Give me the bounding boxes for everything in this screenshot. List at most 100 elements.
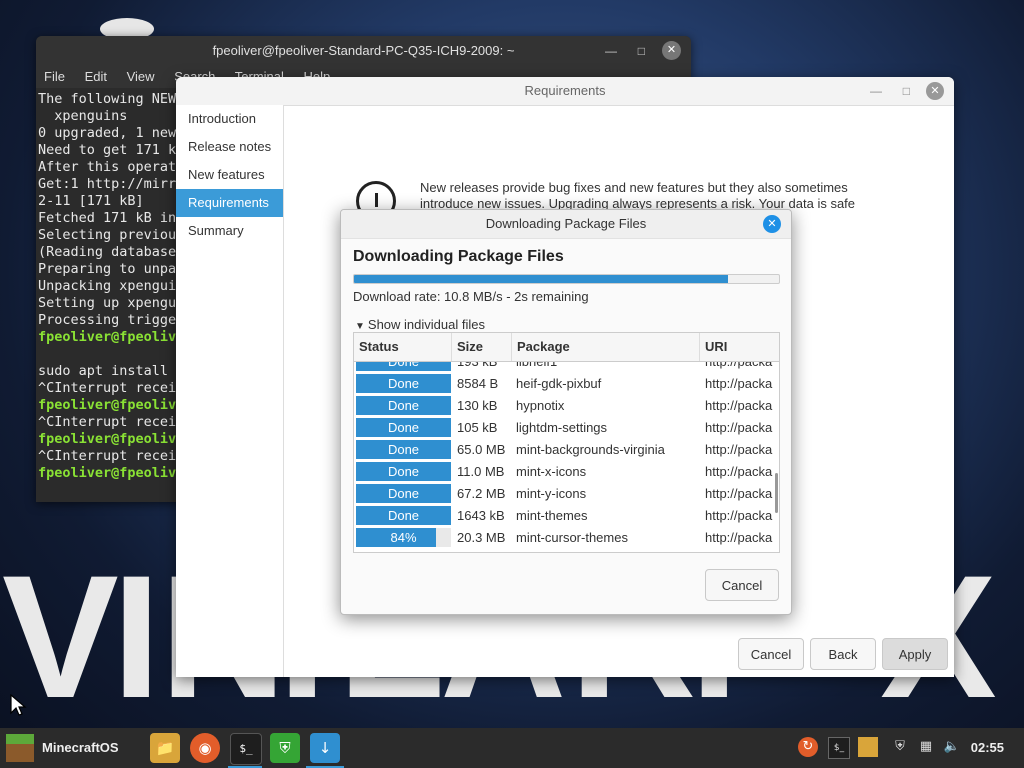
close-icon[interactable]: ✕ <box>763 215 781 233</box>
status-text: Done <box>387 464 420 479</box>
package-cell: mint-themes <box>516 508 588 523</box>
table-row[interactable]: Done 105 kB lightdm-settings http://packa <box>354 417 779 439</box>
status-progress: Done <box>356 462 451 481</box>
maximize-icon[interactable]: □ <box>638 36 645 66</box>
table-header: Status Size Package URI <box>354 333 779 362</box>
sidebar-item-new-features[interactable]: New features <box>176 161 283 189</box>
files-tray-icon[interactable] <box>858 737 878 757</box>
clock[interactable]: 02:55 <box>971 728 1004 768</box>
package-cell: mint-backgrounds-virginia <box>516 442 665 457</box>
uri-cell: http://packa <box>705 486 773 501</box>
package-cell: mint-x-icons <box>516 464 587 479</box>
minimize-icon[interactable]: — <box>870 77 882 105</box>
size-cell: 20.3 MB <box>457 530 506 545</box>
terminal-tray-icon[interactable]: $_ <box>828 737 850 759</box>
status-progress: Done <box>356 396 451 415</box>
table-row[interactable]: Done 1643 kB mint-themes http://packa <box>354 505 779 527</box>
network-icon[interactable]: ▦ <box>916 737 936 757</box>
table-row[interactable]: Done 130 kB hypnotix http://packa <box>354 395 779 417</box>
expander-label: Show individual files <box>367 317 485 332</box>
column-package[interactable]: Package <box>512 333 700 361</box>
firefox-icon[interactable]: ◉ <box>190 733 220 763</box>
sidebar-item-summary[interactable]: Summary <box>176 217 283 245</box>
status-text: Done <box>387 398 420 413</box>
status-text: 84% <box>390 530 417 545</box>
dialog-cancel-button[interactable]: Cancel <box>705 569 779 601</box>
column-size[interactable]: Size <box>452 333 512 361</box>
requirements-info: New releases provide bug fixes and new f… <box>356 180 876 212</box>
requirements-title: Requirements <box>524 83 606 98</box>
table-row[interactable]: 84% 20.3 MB mint-cursor-themes http://packa <box>354 527 779 549</box>
terminal-titlebar[interactable]: fpeoliver@fpeoliver-Standard-PC-Q35-ICH9… <box>36 36 691 66</box>
sidebar-item-introduction[interactable]: Introduction <box>176 105 283 133</box>
info-line: New releases provide bug fixes and new f… <box>420 180 848 195</box>
download-rate: Download rate: 10.8 MB/s - 2s remaining <box>353 289 589 304</box>
uri-cell: http://packa <box>705 398 773 413</box>
status-progress: Done <box>356 484 451 503</box>
apply-button[interactable]: Apply <box>882 638 948 670</box>
menu-edit[interactable]: Edit <box>85 69 107 84</box>
status-progress: Done <box>356 440 451 459</box>
triangle-down-icon: ▼ <box>355 321 365 332</box>
cancel-button[interactable]: Cancel <box>738 638 804 670</box>
menu-file[interactable]: File <box>44 69 65 84</box>
terminal-title: fpeoliver@fpeoliver-Standard-PC-Q35-ICH9… <box>212 43 515 58</box>
start-menu-button[interactable]: MinecraftOS <box>6 734 119 762</box>
mouse-cursor <box>10 693 28 722</box>
download-progress-fill <box>354 275 728 283</box>
dialog-titlebar[interactable]: Downloading Package Files ✕ <box>341 210 791 239</box>
maximize-icon[interactable]: □ <box>903 77 910 105</box>
table-row[interactable]: Done 8584 B heif-gdk-pixbuf http://packa <box>354 373 779 395</box>
uri-cell: http://packa <box>705 376 773 391</box>
size-cell: 193 kB <box>457 362 497 373</box>
column-status[interactable]: Status <box>354 333 452 361</box>
package-cell: lightdm-settings <box>516 420 608 435</box>
requirements-titlebar[interactable]: Requirements — □ ✕ <box>176 77 954 106</box>
size-cell: 8584 B <box>457 376 499 391</box>
status-text: Done <box>387 508 420 523</box>
update-manager-tray-icon[interactable]: ↻ <box>798 737 818 757</box>
package-cell: heif-gdk-pixbuf <box>516 376 602 391</box>
table-row[interactable]: Done 67.2 MB mint-y-icons http://packa <box>354 483 779 505</box>
download-dialog[interactable]: Downloading Package Files ✕ Downloading … <box>340 209 792 615</box>
start-menu-label: MinecraftOS <box>42 740 119 755</box>
back-button[interactable]: Back <box>810 638 876 670</box>
status-text: Done <box>388 362 419 369</box>
volume-icon[interactable]: 🔈 <box>942 737 962 757</box>
column-uri[interactable]: URI <box>700 333 779 361</box>
terminal-icon[interactable]: $_ <box>230 733 262 765</box>
status-text: Done <box>387 420 420 435</box>
table-scrollbar[interactable] <box>775 473 778 513</box>
table-row[interactable]: Done 11.0 MB mint-x-icons http://packa <box>354 461 779 483</box>
uri-cell: http://packa <box>705 442 773 457</box>
status-progress: Done <box>356 374 451 393</box>
close-icon[interactable]: ✕ <box>926 82 944 100</box>
package-cell: libheif1 <box>516 362 557 373</box>
size-cell: 65.0 MB <box>457 442 506 457</box>
menu-view[interactable]: View <box>127 69 155 84</box>
uri-cell: http://packa <box>705 464 773 479</box>
close-icon[interactable]: ✕ <box>662 41 681 60</box>
package-cell: mint-y-icons <box>516 486 587 501</box>
requirements-sidebar: Introduction Release notes New features Req… <box>176 105 284 677</box>
shield-tray-icon[interactable]: ⛨ <box>890 737 910 757</box>
dialog-heading: Downloading Package Files <box>353 248 564 265</box>
table-row[interactable]: Done 65.0 MB mint-backgrounds-virginia http… <box>354 439 779 461</box>
status-text: Done <box>387 442 420 457</box>
update-manager-icon[interactable]: ↓ <box>310 733 340 763</box>
show-files-expander[interactable]: ▼ Show individual files <box>355 317 485 332</box>
size-cell: 105 kB <box>457 420 498 435</box>
sidebar-item-release-notes[interactable]: Release notes <box>176 133 283 161</box>
sidebar-item-requirements[interactable]: Requirements <box>176 189 283 217</box>
minimize-icon[interactable]: — <box>605 36 617 66</box>
table-row[interactable]: Done 193 kB libheif1 http://packa <box>354 362 779 373</box>
files-icon[interactable]: 📁 <box>150 733 180 763</box>
files-table[interactable]: Status Size Package URI Done 193 kB libhei… <box>353 332 780 553</box>
minecraft-logo-icon <box>6 734 34 762</box>
uri-cell: http://packa <box>705 530 773 545</box>
download-progress-bar <box>353 274 780 284</box>
status-progress: 84% <box>356 528 451 547</box>
status-progress: Done <box>356 362 451 371</box>
shield-icon[interactable]: ⛨ <box>270 733 300 763</box>
uri-cell: http://packa <box>705 420 773 435</box>
